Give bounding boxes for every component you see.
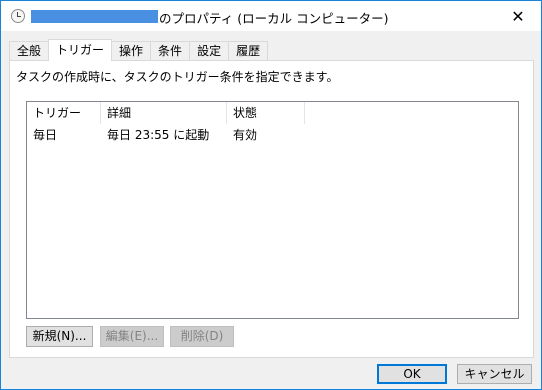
tab-conditions[interactable]: 条件 <box>150 41 191 61</box>
new-button[interactable]: 新規(N)... <box>26 326 93 347</box>
row-status: 有効 <box>233 128 258 142</box>
tab-triggers[interactable]: トリガー <box>48 39 113 61</box>
column-header-detail[interactable]: 詳細 <box>101 102 227 124</box>
panel-description: タスクの作成時に、タスクのトリガー条件を指定できます。 <box>16 70 339 84</box>
column-header-trigger[interactable]: トリガー <box>27 102 101 124</box>
ok-button[interactable]: OK <box>377 364 447 384</box>
row-trigger: 毎日 <box>33 128 58 142</box>
close-button[interactable]: ✕ <box>495 1 541 31</box>
row-detail: 毎日 23:55 に起動 <box>107 128 210 142</box>
triggers-panel: タスクの作成時に、タスクのトリガー条件を指定できます。 トリガー 詳細 状態 毎… <box>9 60 534 358</box>
column-header-status[interactable]: 状態 <box>227 102 305 124</box>
clock-icon <box>11 9 25 23</box>
redacted-task-name <box>31 10 158 23</box>
list-header: トリガー 詳細 状態 <box>27 102 518 124</box>
window-title: のプロパティ (ローカル コンピューター) <box>159 11 389 26</box>
table-row[interactable]: 毎日 毎日 23:55 に起動 有効 <box>27 125 518 145</box>
trigger-list[interactable]: トリガー 詳細 状態 毎日 毎日 23:55 に起動 有効 <box>26 101 519 319</box>
edit-button[interactable]: 編集(E)... <box>100 326 164 347</box>
tab-history[interactable]: 履歴 <box>228 41 269 61</box>
tab-strip: 全般 トリガー 操作 条件 設定 履歴 <box>9 39 269 61</box>
properties-window: のプロパティ (ローカル コンピューター) ✕ 全般 トリガー 操作 条件 設定… <box>0 0 542 390</box>
cancel-button[interactable]: キャンセル <box>457 364 532 384</box>
tab-general[interactable]: 全般 <box>9 41 50 61</box>
delete-button[interactable]: 削除(D) <box>170 326 234 347</box>
tab-settings[interactable]: 設定 <box>189 41 230 61</box>
title-bar: のプロパティ (ローカル コンピューター) ✕ <box>1 1 541 31</box>
tab-actions[interactable]: 操作 <box>111 41 152 61</box>
close-icon: ✕ <box>511 6 525 26</box>
